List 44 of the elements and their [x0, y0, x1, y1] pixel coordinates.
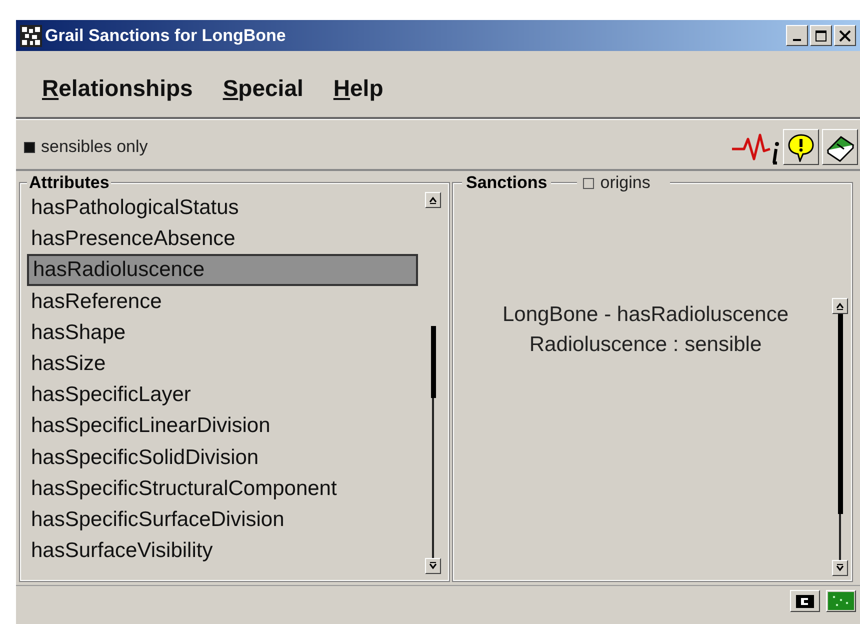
sanction-text: Radioluscence : sensible: [529, 332, 762, 358]
console-icon: [796, 594, 814, 608]
app-icon: [20, 24, 42, 46]
list-item[interactable]: hasSpecificLinearDivision: [27, 410, 422, 442]
exclamation-bubble-icon: [786, 132, 816, 162]
list-item[interactable]: hasSpecificLayer: [27, 379, 422, 410]
sensibles-checkbox[interactable]: sensibles only: [24, 137, 730, 157]
scroll-down-button[interactable]: [832, 560, 848, 576]
scroll-thumb[interactable]: [430, 326, 436, 398]
list-item[interactable]: hasSpecificSolidDivision: [27, 442, 422, 473]
list-item[interactable]: hasShape: [27, 316, 422, 348]
minimize-icon: [793, 38, 801, 40]
scroll-up-button[interactable]: [832, 298, 848, 314]
maximize-icon: [815, 30, 827, 42]
book-button[interactable]: [822, 129, 858, 165]
scroll-thumb[interactable]: [838, 314, 842, 514]
list-item[interactable]: hasSurfaceVisibility: [27, 535, 422, 566]
menu-item[interactable]: Relationships: [42, 74, 193, 102]
list-item[interactable]: hasSpecificSurfaceDivision: [27, 504, 422, 536]
list-item[interactable]: hasPathologicalStatus: [27, 192, 422, 224]
up-arrow-icon: [429, 196, 437, 204]
window-title: Grail Sanctions for LongBone: [45, 26, 287, 46]
close-button[interactable]: [834, 25, 856, 46]
minimize-button[interactable]: [786, 25, 808, 46]
maximize-button[interactable]: [810, 25, 832, 46]
network-button[interactable]: [826, 590, 856, 612]
scroll-down-button[interactable]: [425, 558, 441, 574]
network-icon: [828, 592, 854, 610]
menu-item[interactable]: Special: [222, 74, 304, 102]
console-button[interactable]: [790, 590, 820, 612]
scroll-up-button[interactable]: [425, 192, 441, 208]
close-icon: [839, 30, 851, 42]
list-item[interactable]: hasSpecificStructuralComponent: [27, 472, 422, 504]
origins-checkbox[interactable]: origins: [577, 173, 670, 193]
menu-item[interactable]: Help: [333, 74, 384, 102]
down-arrow-icon: [429, 562, 437, 570]
down-arrow-icon: [836, 564, 844, 572]
alert-button[interactable]: [783, 129, 819, 165]
list-item[interactable]: hasSize: [27, 348, 422, 380]
list-item[interactable]: hasRadioluscence: [27, 254, 418, 286]
up-arrow-icon: [836, 302, 844, 310]
sanction-text: LongBone - hasRadioluscence: [502, 302, 789, 328]
list-item[interactable]: hasPresenceAbsence: [27, 223, 422, 254]
list-item[interactable]: hasReference: [27, 286, 422, 317]
